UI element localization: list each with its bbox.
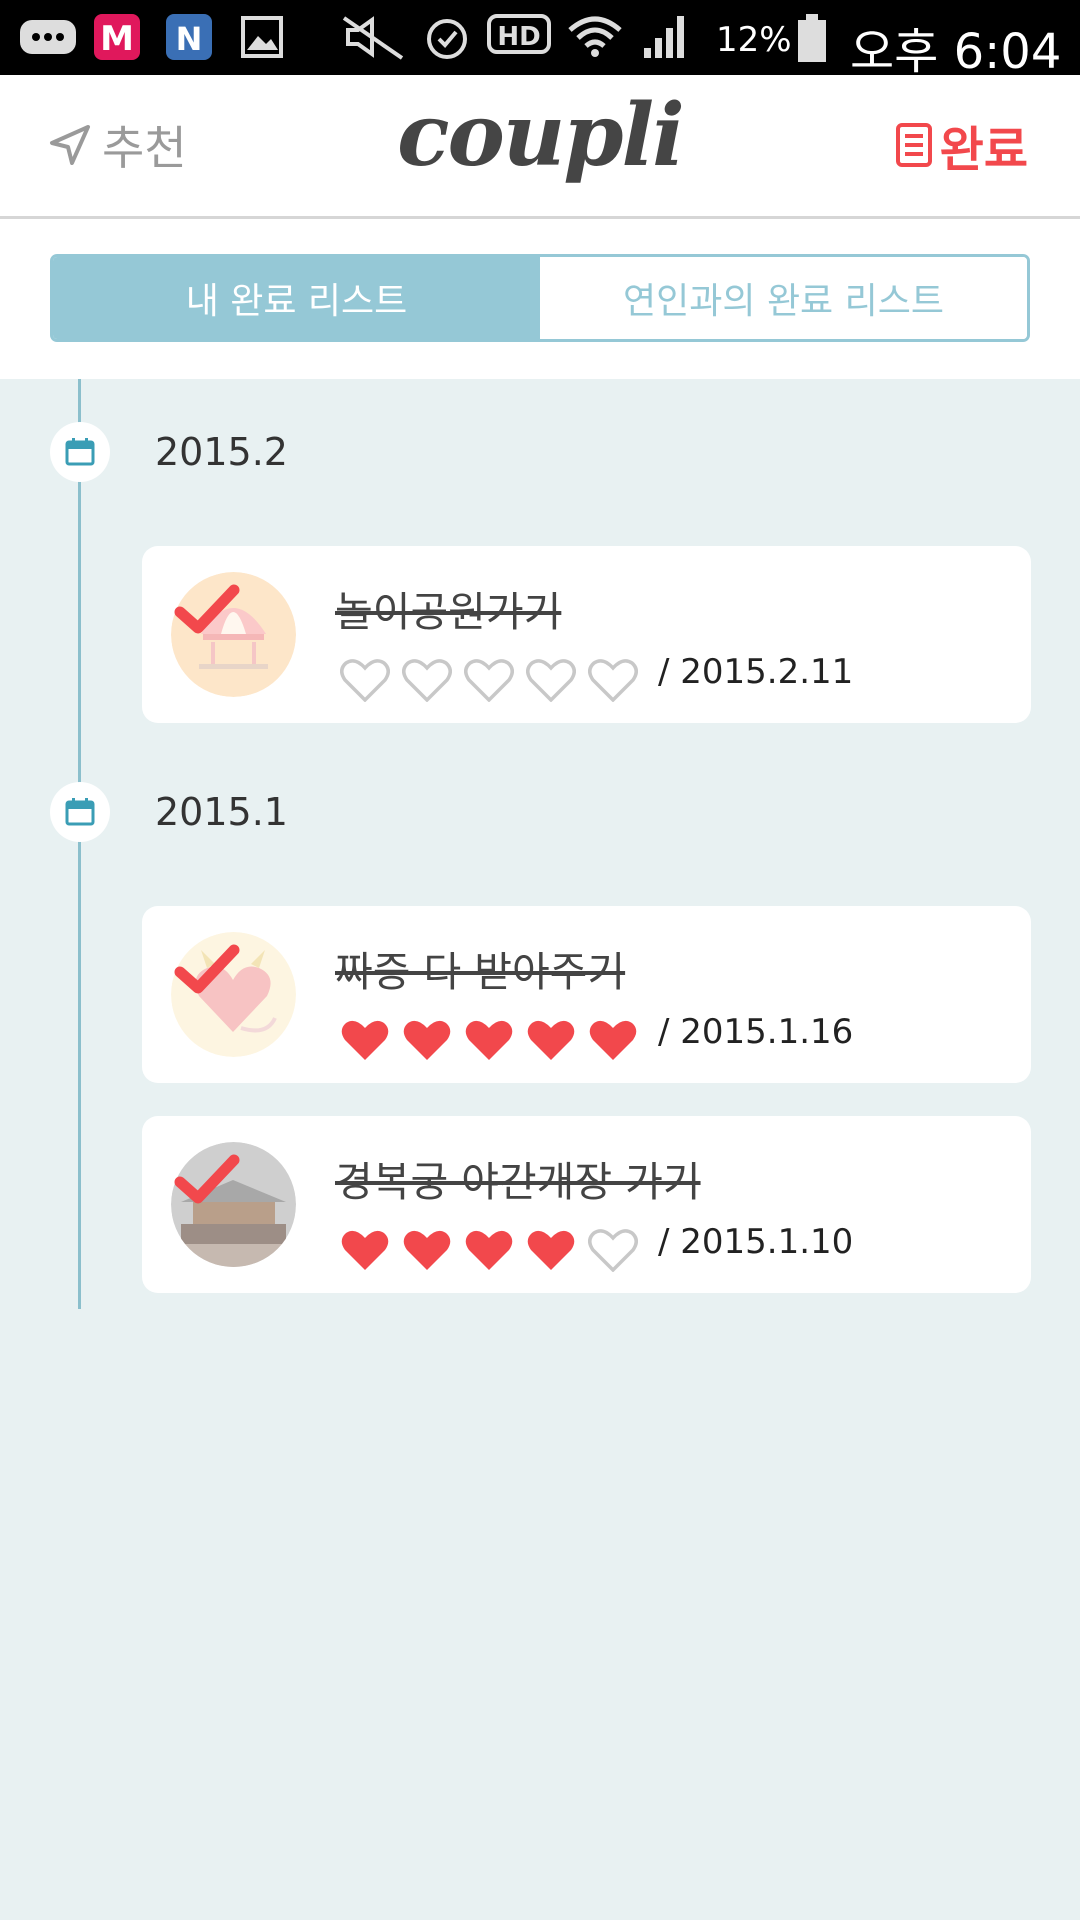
heart-filled-icon (341, 1230, 389, 1270)
battery-icon (798, 14, 826, 62)
item-title: 경복궁 야간개장 가기 (335, 1158, 701, 1206)
heart-rating (340, 1018, 650, 1062)
heart-filled-icon (527, 1230, 575, 1270)
heart-filled-icon (465, 1020, 513, 1060)
status-bar: M N HD 12% 오후 6:04 (0, 0, 1080, 80)
gallery-icon (241, 16, 283, 58)
month-header: 2015.2 (0, 422, 1080, 486)
app-header: 추천 coupli 완료 (0, 75, 1080, 219)
heart-filled-icon (527, 1020, 575, 1060)
item-date: / 2015.1.10 (658, 1222, 854, 1262)
heart-empty-icon (464, 659, 514, 702)
item-title: 놀이공원가기 (335, 588, 562, 636)
tab-my-completed-list[interactable]: 내 완료 리스트 (53, 257, 540, 339)
item-date: / 2015.1.16 (658, 1012, 854, 1052)
month-label: 2015.2 (155, 430, 288, 474)
calendar-icon (50, 782, 110, 842)
heart-empty-icon (588, 1229, 638, 1272)
calendar-icon (50, 422, 110, 482)
list-item[interactable]: 경복궁 야간개장 가기 / 2015.1.10 (142, 1116, 1031, 1293)
tab-bar: 내 완료 리스트 연인과의 완료 리스트 (50, 254, 1030, 342)
checkmark-icon (174, 944, 240, 994)
list-item[interactable]: 짜증 다 받아주기 / 2015.1.16 (142, 906, 1031, 1083)
battery-percent: 12% (716, 20, 792, 60)
heart-empty-icon (402, 659, 452, 702)
list-item[interactable]: 놀이공원가기 / 2015.2.11 (142, 546, 1031, 723)
heart-empty-icon (340, 659, 390, 702)
svg-text:HD: HD (497, 22, 540, 52)
heart-filled-icon (589, 1020, 637, 1060)
checkmark-icon (174, 584, 240, 634)
heart-rating (340, 658, 650, 702)
done-button[interactable]: 완료 (894, 113, 1028, 178)
clock: 오후 6:04 (850, 24, 1062, 80)
signal-icon (644, 16, 684, 58)
alarm-icon (427, 19, 467, 59)
done-label: 완료 (939, 122, 1028, 178)
chat-icon (20, 20, 76, 54)
naver-icon: N (166, 14, 212, 60)
heart-filled-icon (403, 1230, 451, 1270)
tab-couple-completed-list[interactable]: 연인과의 완료 리스트 (540, 257, 1027, 339)
wifi-icon (568, 16, 622, 57)
heart-filled-icon (341, 1020, 389, 1060)
mute-icon (342, 16, 404, 60)
item-title: 짜증 다 받아주기 (335, 948, 626, 996)
month-header: 2015.1 (0, 782, 1080, 846)
svg-text:N: N (176, 20, 203, 58)
heart-empty-icon (526, 659, 576, 702)
hd-icon: HD (487, 14, 551, 54)
heart-rating (340, 1228, 650, 1272)
heart-empty-icon (588, 659, 638, 702)
heart-filled-icon (465, 1230, 513, 1270)
heart-filled-icon (403, 1020, 451, 1060)
melon-icon: M (94, 14, 140, 60)
timeline[interactable]: 2015.2 놀이공원가기 / 2015.2.11 2015.1 짜증 다 받아… (0, 379, 1080, 1920)
item-date: / 2015.2.11 (658, 652, 854, 692)
checkmark-icon (174, 1154, 240, 1204)
document-list-icon (895, 123, 932, 167)
month-label: 2015.1 (155, 790, 288, 834)
svg-text:M: M (100, 19, 134, 59)
tab-bar-container: 내 완료 리스트 연인과의 완료 리스트 (0, 219, 1080, 379)
